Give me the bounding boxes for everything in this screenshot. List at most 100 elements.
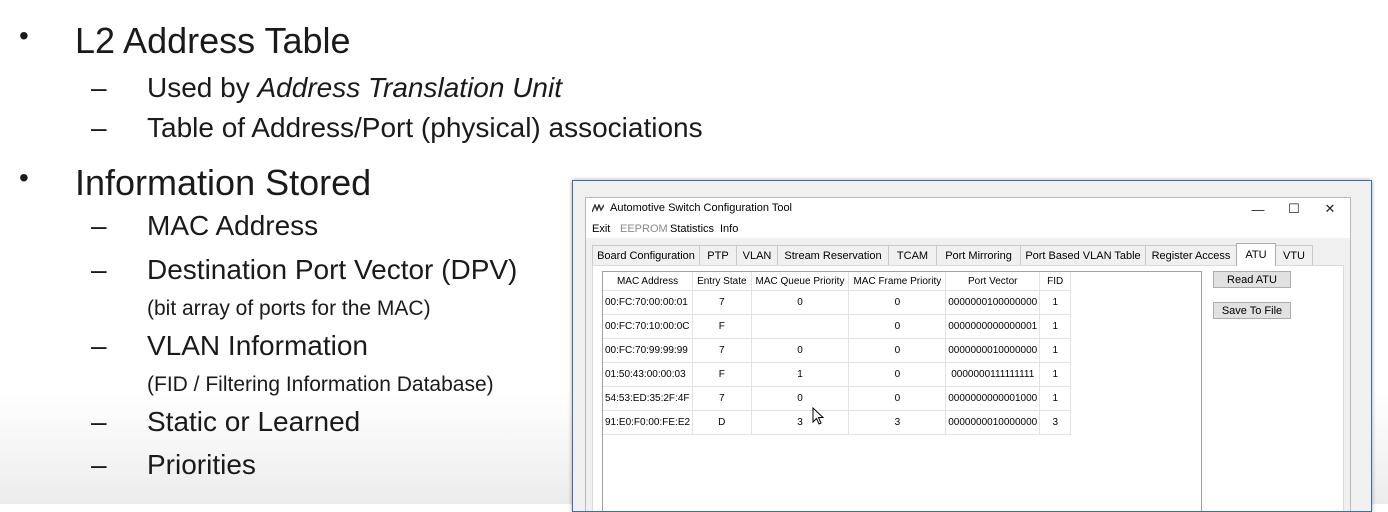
sub-bullet-text: Table of Address/Port (physical) associa… xyxy=(147,112,703,143)
table-row[interactable]: 01:50:43:00:00:03 F 1 0 0000000111111111… xyxy=(603,362,1072,387)
sub-bullet-used-by: – Used by Address Translation Unit xyxy=(91,72,563,104)
cell-port-vector: 0000000010000000 xyxy=(945,338,1041,363)
cell-mac-queue-priority: 3 xyxy=(751,410,850,435)
menu-statistics[interactable]: Statistics xyxy=(670,223,714,235)
tab-tcam[interactable]: TCAM xyxy=(888,245,937,265)
cell-mac-frame-priority: 0 xyxy=(848,386,947,411)
cell-port-vector: 0000000000001000 xyxy=(945,386,1041,411)
read-atu-button[interactable]: Read ATU xyxy=(1213,271,1291,288)
cell-mac-frame-priority: 3 xyxy=(848,410,947,435)
cell-mac-queue-priority xyxy=(751,314,850,339)
menu-info[interactable]: Info xyxy=(720,223,738,235)
sub-bullet-dpv: – Destination Port Vector (DPV) xyxy=(91,254,518,286)
cell-entry-state: 7 xyxy=(692,290,752,315)
table-row[interactable]: 54:53:ED:35:2F:4F 7 0 0 0000000000001000… xyxy=(603,386,1072,411)
cell-entry-state: D xyxy=(692,410,752,435)
table-row[interactable]: 00:FC:70:99:99:99 7 0 0 0000000010000000… xyxy=(603,338,1072,363)
tab-port-based-vlan-table[interactable]: Port Based VLAN Table xyxy=(1020,245,1146,265)
close-button[interactable]: ✕ xyxy=(1312,198,1348,220)
table-row[interactable]: 00:FC:70:10:00:0C F 0 0000000000000001 1 xyxy=(603,314,1072,339)
dash-glyph: – xyxy=(91,449,107,480)
cell-mac-frame-priority: 0 xyxy=(848,362,947,387)
sub-bullet-vlan-information: – VLAN Information xyxy=(91,330,368,362)
cell-mac-address: 54:53:ED:35:2F:4F xyxy=(603,386,694,411)
cell-mac-queue-priority: 1 xyxy=(751,362,850,387)
cell-mac-address: 00:FC:70:00:00:01 xyxy=(603,290,694,315)
cell-fid: 1 xyxy=(1039,362,1072,387)
app-logo-icon xyxy=(592,204,604,213)
save-to-file-button[interactable]: Save To File xyxy=(1213,302,1291,319)
cell-fid: 1 xyxy=(1039,314,1072,339)
tab-vtu[interactable]: VTU xyxy=(1275,245,1313,265)
cell-fid: 1 xyxy=(1039,338,1072,363)
table-header-row: MAC Address Entry State MAC Queue Priori… xyxy=(603,272,1072,291)
cell-port-vector: 0000000010000000 xyxy=(945,410,1041,435)
column-header[interactable]: Entry State xyxy=(692,272,752,291)
sub-bullet-note-vlan: (FID / Filtering Information Database) xyxy=(147,373,494,396)
cell-mac-frame-priority: 0 xyxy=(848,314,947,339)
cell-fid: 3 xyxy=(1039,410,1072,435)
bullet-glyph: • xyxy=(19,162,29,193)
tab-port-mirroring[interactable]: Port Mirroring xyxy=(936,245,1021,265)
dash-glyph: – xyxy=(91,72,107,103)
cell-mac-queue-priority: 0 xyxy=(751,290,850,315)
column-header[interactable]: Port Vector xyxy=(945,272,1041,291)
sub-bullet-text: Destination Port Vector (DPV) xyxy=(147,254,518,285)
maximize-button[interactable]: ☐ xyxy=(1276,198,1312,220)
sub-bullet-text: VLAN Information xyxy=(147,330,368,361)
cell-mac-frame-priority: 0 xyxy=(848,338,947,363)
sub-bullet-priorities: – Priorities xyxy=(91,449,256,481)
sub-bullet-emphasis: Address Translation Unit xyxy=(257,72,563,103)
cell-mac-address: 91:E0:F0:00:FE:E2 xyxy=(603,410,694,435)
tab-register-access[interactable]: Register Access xyxy=(1145,245,1237,265)
cell-entry-state: F xyxy=(692,362,752,387)
cell-fid: 1 xyxy=(1039,386,1072,411)
tab-vlan[interactable]: VLAN xyxy=(736,245,778,265)
atu-table: MAC Address Entry State MAC Queue Priori… xyxy=(603,272,1072,435)
mouse-pointer-icon xyxy=(812,407,824,425)
cell-port-vector: 0000000100000000 xyxy=(945,290,1041,315)
dash-glyph: – xyxy=(91,112,107,143)
cell-mac-address: 00:FC:70:99:99:99 xyxy=(603,338,694,363)
menu-eeprom[interactable]: EEPROM xyxy=(620,223,668,235)
sub-bullet-note-dpv: (bit array of ports for the MAC) xyxy=(147,297,431,320)
menu-bar: Exit EEPROM Statistics Info xyxy=(586,220,1350,238)
tab-board-configuration[interactable]: Board Configuration xyxy=(592,245,700,265)
menu-exit[interactable]: Exit xyxy=(592,223,610,235)
cell-mac-frame-priority: 0 xyxy=(848,290,947,315)
column-header[interactable]: MAC Address xyxy=(603,272,694,291)
cell-mac-address: 00:FC:70:10:00:0C xyxy=(603,314,694,339)
tab-ptp[interactable]: PTP xyxy=(699,245,737,265)
table-row[interactable]: 00:FC:70:00:00:01 7 0 0 0000000100000000… xyxy=(603,290,1072,315)
dash-glyph: – xyxy=(91,406,107,437)
sub-bullet-table-of-associations: – Table of Address/Port (physical) assoc… xyxy=(91,112,703,144)
app-window-screenshot: Automotive Switch Configuration Tool — ☐… xyxy=(572,180,1372,512)
sub-bullet-static-or-learned: – Static or Learned xyxy=(91,406,361,438)
tab-stream-reservation[interactable]: Stream Reservation xyxy=(777,245,889,265)
dash-glyph: – xyxy=(91,210,107,241)
column-header[interactable]: FID xyxy=(1039,272,1072,291)
dash-glyph: – xyxy=(91,330,107,361)
sub-bullet-prefix: Used by xyxy=(147,72,258,103)
tab-atu[interactable]: ATU xyxy=(1236,243,1276,266)
bullet-information-stored: • Information Stored xyxy=(19,162,372,204)
bullet-title: L2 Address Table xyxy=(75,20,351,61)
cell-mac-queue-priority: 0 xyxy=(751,338,850,363)
column-header[interactable]: MAC Frame Priority xyxy=(848,272,947,291)
cell-entry-state: F xyxy=(692,314,752,339)
bullet-l2-address-table: • L2 Address Table xyxy=(19,20,351,62)
cell-fid: 1 xyxy=(1039,290,1072,315)
sub-bullet-text: MAC Address xyxy=(147,210,319,241)
column-header[interactable]: MAC Queue Priority xyxy=(751,272,850,291)
cell-mac-queue-priority: 0 xyxy=(751,386,850,411)
sub-bullet-mac-address: – MAC Address xyxy=(91,210,319,242)
table-row[interactable]: 91:E0:F0:00:FE:E2 D 3 3 0000000010000000… xyxy=(603,410,1072,435)
sub-bullet-text: Priorities xyxy=(147,449,256,480)
bullet-title: Information Stored xyxy=(75,162,372,203)
bullet-glyph: • xyxy=(19,20,29,51)
minimize-button[interactable]: — xyxy=(1240,198,1276,220)
atu-table-grid[interactable]: MAC Address Entry State MAC Queue Priori… xyxy=(602,271,1202,511)
cell-entry-state: 7 xyxy=(692,386,752,411)
sub-bullet-text: Static or Learned xyxy=(147,406,361,437)
app-window: Automotive Switch Configuration Tool — ☐… xyxy=(585,197,1351,511)
